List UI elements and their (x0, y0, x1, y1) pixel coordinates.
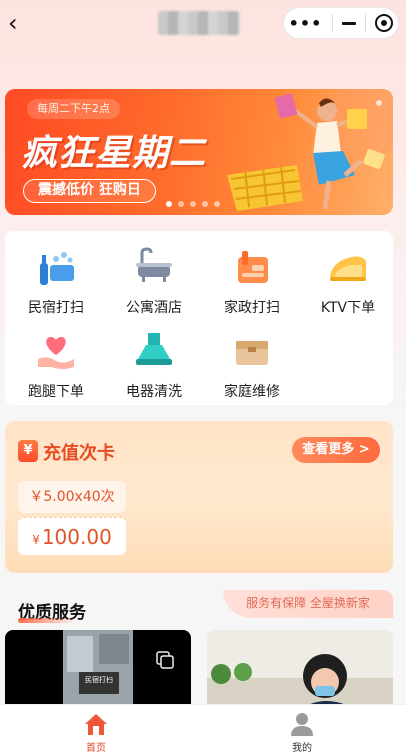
recharge-card-section: ¥ 充值次卡 查看更多 > ￥5.00x40次 ¥100.00 (5, 421, 393, 573)
price-value: 100.00 (41, 525, 112, 549)
video-caption: 民宿打扫 (85, 675, 113, 684)
recharge-package-option[interactable]: ￥5.00x40次 (18, 481, 126, 513)
service-card-video[interactable]: 民宿打扫 (5, 630, 191, 710)
tab-home[interactable]: 首页 (66, 711, 126, 754)
quality-slogan: 服务有保障 全屋换新家 (223, 590, 393, 618)
more-options-icon[interactable]: ••• (289, 14, 323, 33)
recharge-title: 充值次卡 (43, 443, 115, 464)
service-label: 家庭维修 (224, 384, 280, 400)
service-label: 电器清洗 (126, 384, 182, 400)
view-more-button[interactable]: 查看更多 > (292, 437, 380, 463)
service-item-appliance-cleaning[interactable]: 电器清洗 (109, 323, 199, 403)
banner-title: 疯狂星期二 (21, 133, 207, 174)
cleaning-video-thumbnail: 民宿打扫 (63, 630, 174, 710)
service-item-home-repair[interactable]: 家庭维修 (207, 323, 297, 403)
user-icon (291, 713, 313, 736)
service-item-homestay-cleaning[interactable]: 民宿打扫 (11, 239, 101, 319)
mini-program-capsule: ••• (283, 7, 399, 39)
close-target-icon[interactable] (375, 14, 394, 32)
service-item-ktv-order[interactable]: KTV下单 (303, 239, 393, 319)
chevron-left-icon[interactable]: ‹ (8, 10, 30, 36)
service-label: 跑腿下单 (28, 384, 84, 400)
home-icon (85, 714, 107, 735)
service-label: 家政打扫 (224, 300, 280, 316)
minimize-icon[interactable] (341, 21, 356, 25)
indicator-dot[interactable] (214, 201, 220, 207)
tab-home-label: 首页 (86, 743, 106, 754)
banner-subtitle-pill: 震撼低价 狂购日 (23, 179, 156, 203)
service-item-errand-order[interactable]: 跑腿下单 (11, 323, 101, 403)
title-underline (18, 618, 76, 623)
bottom-tab-bar: 首页 我的 (0, 704, 406, 754)
banner-tag: 每周二下午2点 (27, 99, 120, 119)
price-symbol: ¥ (32, 533, 40, 547)
cleaning-spray-icon (40, 252, 74, 285)
page-title-blurred (158, 11, 240, 35)
quality-services-header: 优质服务 服务有保障 全屋换新家 (5, 590, 393, 630)
indicator-dot-active[interactable] (166, 201, 172, 207)
service-label: KTV下单 (320, 300, 376, 316)
indicator-dot[interactable] (202, 201, 208, 207)
recharge-price[interactable]: ¥100.00 (18, 517, 126, 555)
tab-mine[interactable]: 我的 (272, 711, 332, 754)
iron-icon (330, 256, 366, 281)
service-label: 民宿打扫 (28, 300, 84, 316)
service-item-housekeeping[interactable]: 家政打扫 (207, 239, 297, 319)
capsule-divider (331, 14, 333, 32)
service-card-photo[interactable] (207, 630, 393, 710)
range-hood-icon (136, 333, 172, 365)
heart-hand-icon (38, 337, 74, 369)
service-grid: 民宿打扫 公寓酒店 家政打扫 KTV下单 跑腿下单 电器清洗 家庭维修 (5, 231, 393, 405)
cleaner-photo (207, 630, 393, 710)
promo-banner[interactable]: 每周二下午2点 疯狂星期二 震撼低价 狂购日 (5, 89, 393, 215)
service-item-apartment-hotel[interactable]: 公寓酒店 (109, 239, 199, 319)
banner-indicator (166, 201, 220, 207)
bathtub-icon (136, 247, 172, 282)
indicator-dot[interactable] (190, 201, 196, 207)
cleaning-tools-icon (238, 251, 268, 283)
top-nav-bar: ‹ ••• (0, 0, 406, 46)
service-label: 公寓酒店 (126, 300, 182, 316)
capsule-divider (365, 14, 367, 32)
yuan-icon: ¥ (18, 440, 38, 462)
tab-mine-label: 我的 (292, 743, 312, 754)
shopping-woman-illustration (227, 89, 393, 211)
indicator-dot[interactable] (178, 201, 184, 207)
toolbox-icon (236, 341, 268, 365)
